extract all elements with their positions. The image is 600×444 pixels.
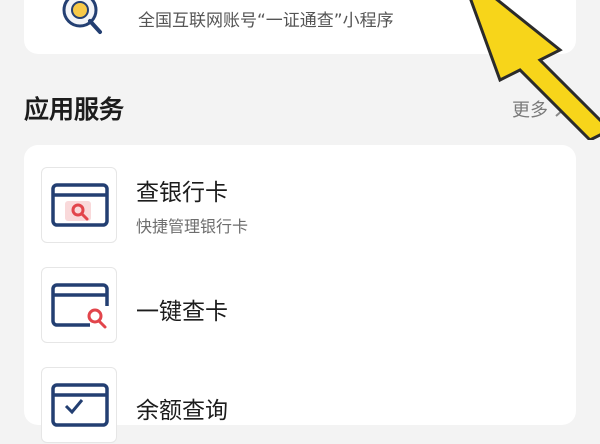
service-title: 余额查询 (136, 398, 228, 424)
service-title: 一键查卡 (136, 299, 228, 325)
magnifier-badge-icon (60, 0, 106, 40)
services-card: 查银行卡 快捷管理银行卡 一键查卡 余额查询 (24, 145, 576, 443)
service-description: 快捷管理银行卡 (136, 217, 249, 236)
mini-program-subtitle: 全国互联网账号“一证通查”小程序 (138, 11, 394, 31)
section-title: 应用服务 (24, 95, 125, 124)
pointer-arrow-icon (469, 0, 600, 140)
card-check-icon (41, 367, 117, 443)
bank-card-search-icon (41, 167, 117, 243)
service-title: 查银行卡 (136, 180, 228, 206)
card-search-icon (41, 267, 117, 343)
